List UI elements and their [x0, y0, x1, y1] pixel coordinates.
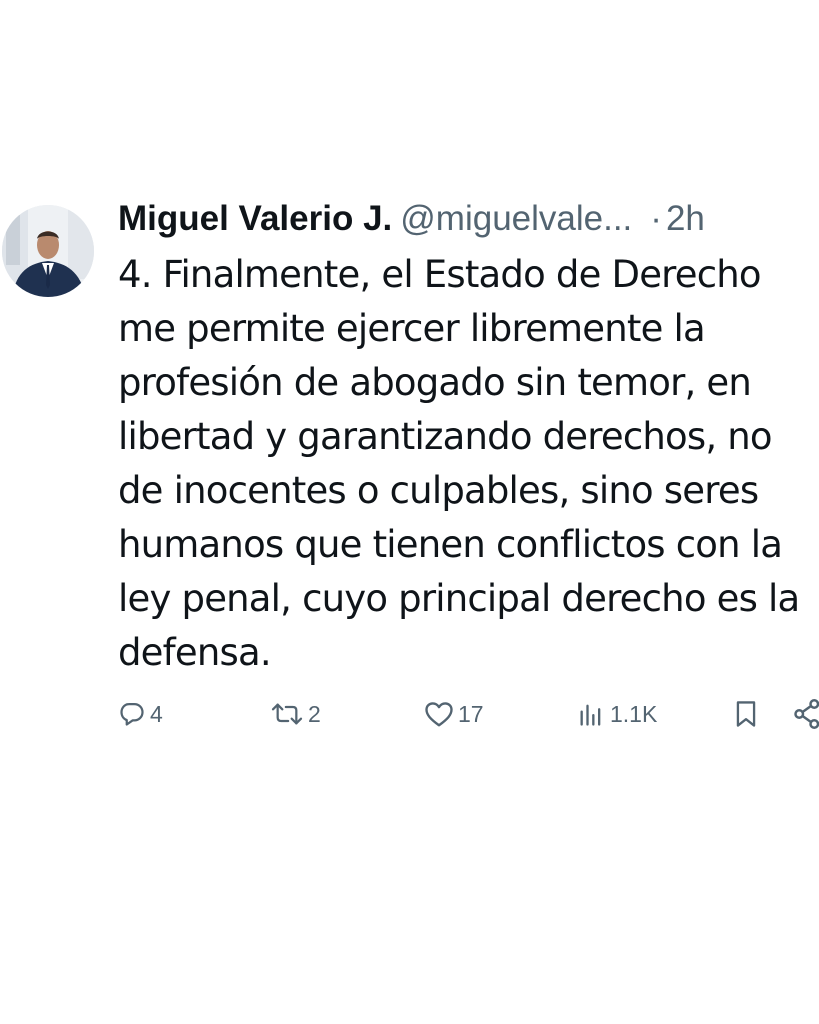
views-count: 1.1K	[610, 700, 658, 727]
like-button[interactable]: 17	[424, 692, 484, 736]
tweet-card[interactable]: Miguel Valerio J. @miguelvale... · 2h 4. Fi…	[0, 0, 819, 1024]
retweet-count: 2	[308, 700, 321, 727]
share-icon	[792, 699, 819, 729]
heart-icon	[424, 700, 454, 728]
views-icon	[576, 700, 606, 728]
author-name[interactable]: Miguel Valerio J.	[118, 199, 392, 238]
retweet-button[interactable]: 2	[270, 692, 321, 736]
views-button[interactable]: 1.1K	[576, 692, 657, 736]
tweet-text: 4. Finalmente, el Estado de Derecho me p…	[118, 253, 800, 674]
reply-button[interactable]: 4	[118, 692, 163, 736]
tweet-header: Miguel Valerio J. @miguelvale... · 2h	[118, 194, 819, 244]
tweet-timestamp[interactable]: 2h	[666, 199, 705, 238]
reply-icon	[118, 700, 146, 728]
avatar[interactable]	[2, 205, 94, 297]
bookmark-button[interactable]	[732, 692, 760, 736]
action-bar: 4 2 17 1.1K	[0, 692, 819, 736]
reply-count: 4	[150, 700, 163, 727]
retweet-icon	[270, 700, 304, 728]
bookmark-icon	[732, 699, 760, 729]
avatar-photo	[2, 205, 94, 297]
like-count: 17	[458, 700, 484, 727]
header-separator: ·	[650, 199, 662, 238]
author-handle[interactable]: @miguelvale...	[400, 199, 632, 238]
share-button[interactable]	[792, 692, 819, 736]
